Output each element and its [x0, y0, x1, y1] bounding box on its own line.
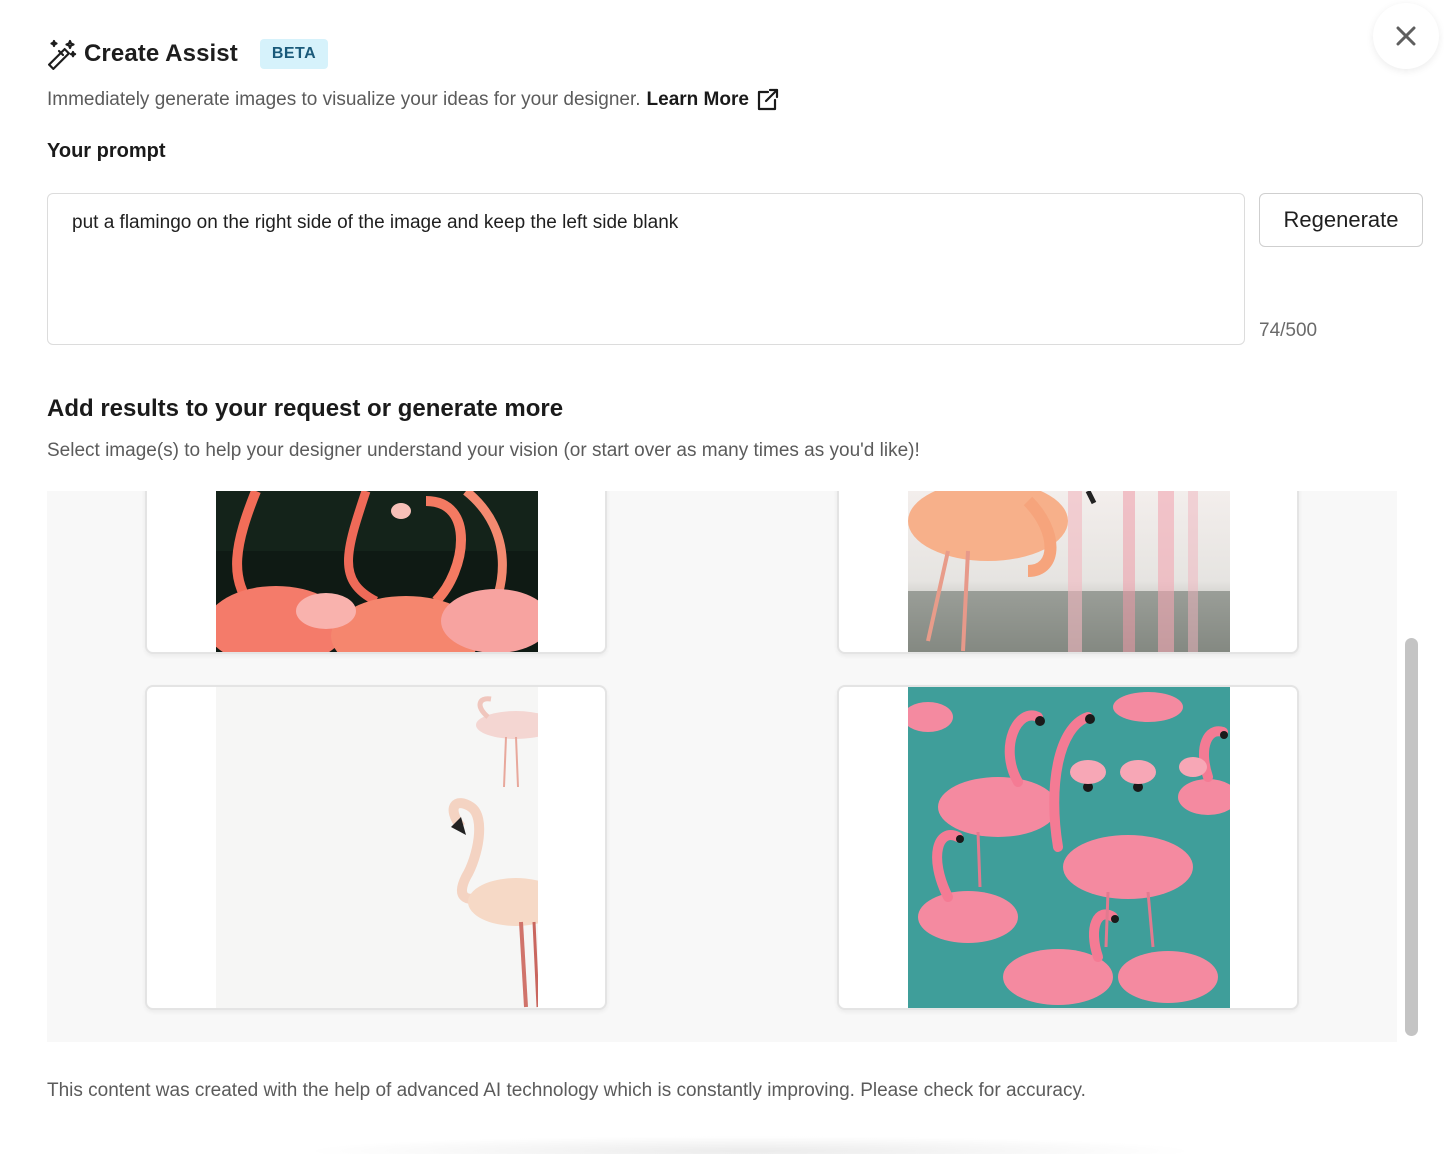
footer-shadow [300, 1136, 1200, 1154]
intro-text: Immediately generate images to visualize… [47, 88, 779, 112]
external-link-icon [757, 88, 779, 111]
results-title: Add results to your request or generate … [47, 395, 564, 422]
ai-disclaimer: This content was created with the help o… [47, 1080, 1086, 1101]
create-assist-dialog: Create Assist BETA Immediately generate … [0, 0, 1444, 1154]
results-subtitle: Select image(s) to help your designer un… [47, 440, 920, 461]
regenerate-button[interactable]: Regenerate [1259, 193, 1423, 247]
character-counter: 74/500 [1259, 320, 1318, 341]
intro-description: Immediately generate images to visualize… [47, 89, 641, 110]
results-scrollbar-thumb[interactable] [1405, 638, 1418, 1036]
result-image [908, 687, 1230, 1008]
learn-more-link[interactable]: Learn More [647, 88, 779, 112]
dialog-title: Create Assist [84, 40, 238, 67]
result-image [908, 491, 1230, 652]
learn-more-label: Learn More [646, 89, 749, 110]
result-image-card[interactable] [837, 685, 1299, 1010]
result-image [216, 491, 538, 652]
close-button[interactable] [1373, 3, 1439, 69]
close-icon [1396, 26, 1416, 46]
prompt-input[interactable] [47, 193, 1245, 345]
beta-badge: BETA [259, 39, 329, 69]
result-image-card[interactable] [837, 491, 1299, 654]
result-image-card[interactable] [145, 491, 607, 654]
result-image-card[interactable] [145, 685, 607, 1010]
prompt-label: Your prompt [47, 140, 166, 162]
magic-wand-icon [48, 39, 77, 70]
result-image [216, 687, 538, 1008]
dialog-header: Create Assist BETA [46, 36, 329, 72]
results-grid [47, 491, 1423, 1042]
